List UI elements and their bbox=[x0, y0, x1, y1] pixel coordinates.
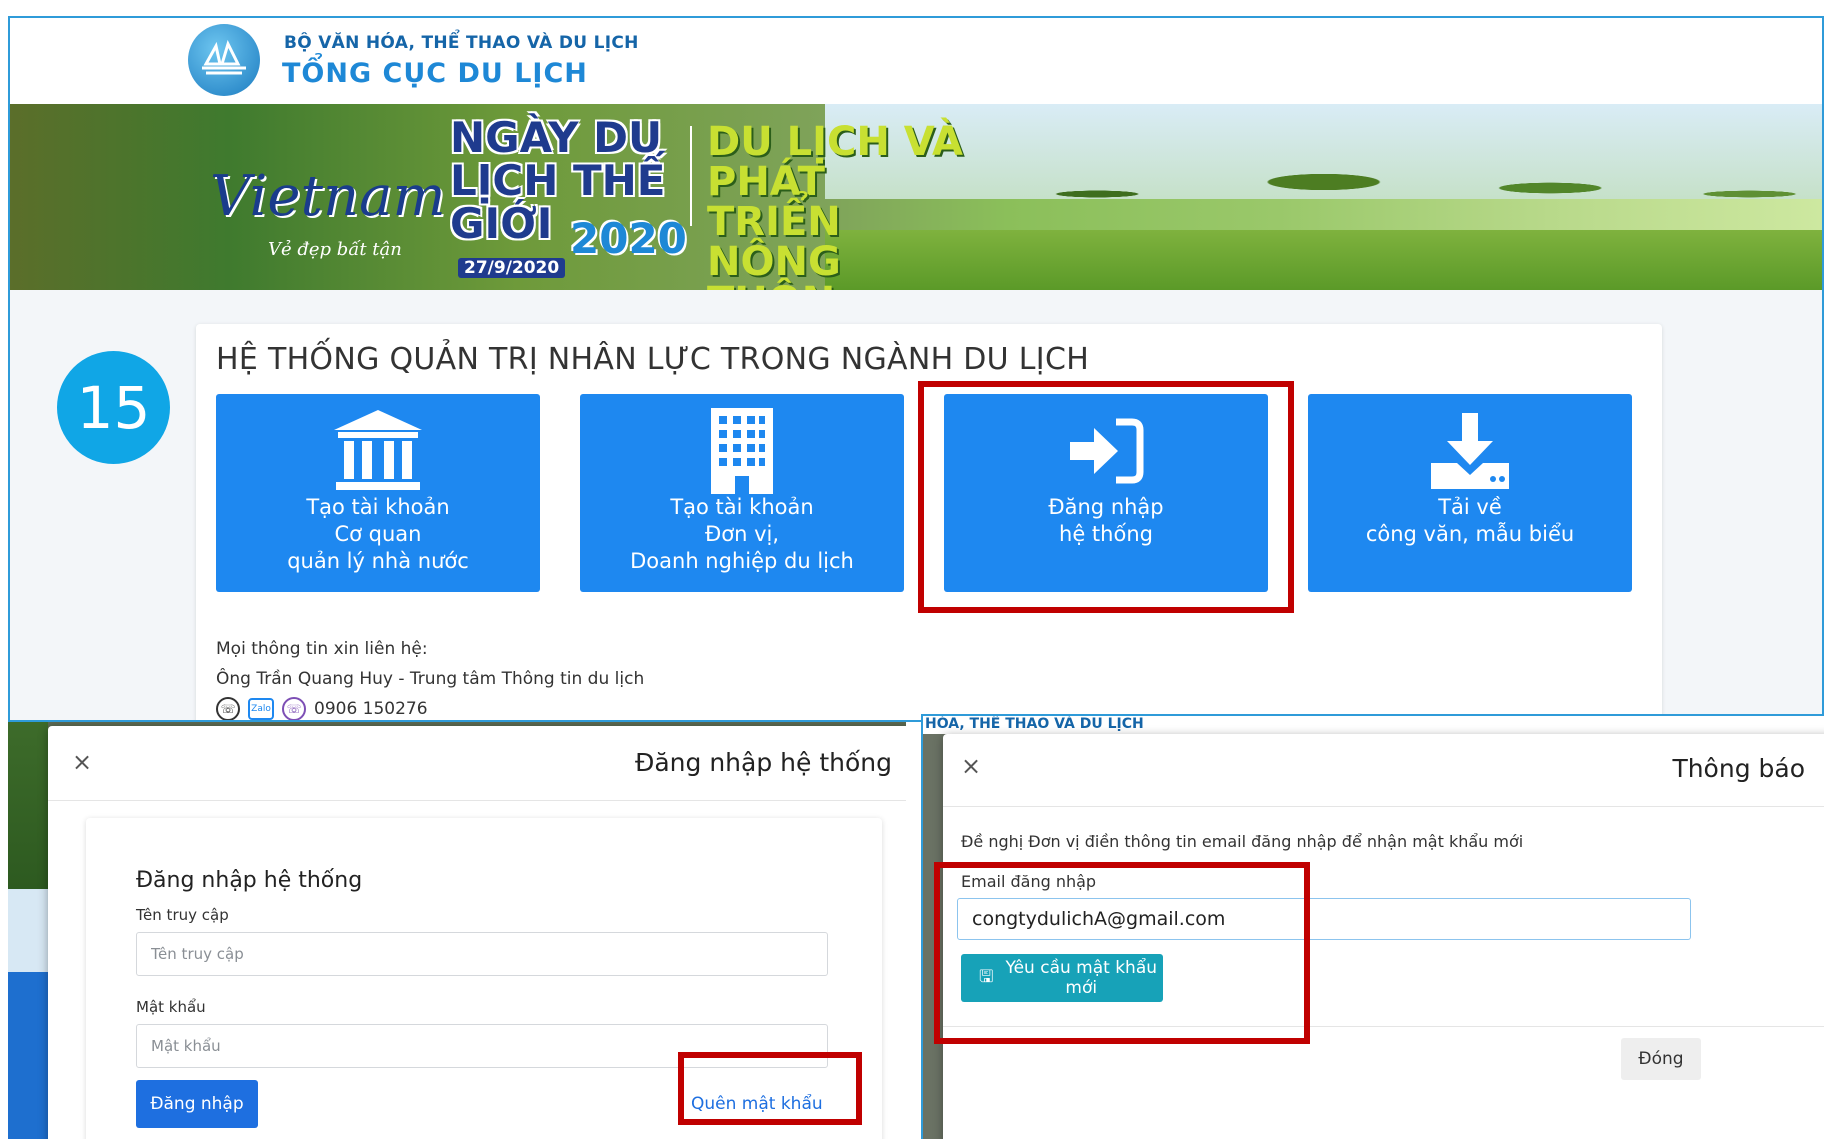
background-header-text: HÓA, THỂ THAO VÀ DU LỊCH bbox=[923, 716, 1824, 734]
contact-person: Ông Trần Quang Huy - Trung tâm Thông tin… bbox=[216, 669, 645, 689]
tile-label: Tải về công văn, mẫu biểu bbox=[1365, 495, 1575, 546]
close-button[interactable]: Đóng bbox=[1621, 1038, 1701, 1080]
modal-header-divider bbox=[48, 800, 906, 801]
contact-intro: Mọi thông tin xin liên hệ: bbox=[216, 639, 428, 659]
banner-grass bbox=[825, 230, 1822, 290]
password-label: Mật khẩu bbox=[136, 998, 206, 1016]
login-form-title: Đăng nhập hệ thống bbox=[136, 868, 363, 893]
username-label: Tên truy cập bbox=[136, 906, 229, 924]
banner-year: 2020 bbox=[570, 214, 687, 263]
login-button[interactable]: Đăng nhập bbox=[136, 1080, 258, 1128]
contact-channels: ☏ Zalo ☏ 0906 150276 bbox=[216, 694, 644, 720]
system-title: HỆ THỐNG QUẢN TRỊ NHÂN LỰC TRONG NGÀNH D… bbox=[216, 342, 1090, 377]
highlight-email-request bbox=[934, 862, 1310, 1044]
event-banner: Vietnam Vẻ đẹp bất tận NGÀY DU LỊCH THẾ … bbox=[10, 104, 1822, 290]
step-number-badge: 15 bbox=[57, 351, 170, 464]
notification-modal-title: Thông báo bbox=[1672, 754, 1805, 783]
banner-tagline: Vẻ đẹp bất tận bbox=[268, 239, 402, 260]
login-modal-title: Đăng nhập hệ thống bbox=[634, 748, 892, 777]
tile-create-business-account[interactable]: Tạo tài khoản Đơn vị, Doanh nghiệp du lị… bbox=[580, 394, 904, 592]
notification-message: Đề nghị Đơn vị điền thông tin email đăng… bbox=[961, 832, 1524, 851]
boat-logo-icon bbox=[202, 40, 246, 75]
banner-divider bbox=[690, 126, 692, 226]
phone-icon[interactable]: ☏ bbox=[216, 697, 240, 720]
ministry-logo[interactable] bbox=[188, 24, 260, 96]
close-icon[interactable]: × bbox=[961, 752, 981, 780]
zalo-icon[interactable]: Zalo bbox=[248, 698, 274, 720]
username-input[interactable] bbox=[136, 932, 828, 976]
close-icon[interactable]: × bbox=[72, 748, 92, 776]
ministry-name: BỘ VĂN HÓA, THỂ THAO VÀ DU LỊCH bbox=[284, 33, 639, 53]
banner-theme: DU LỊCH VÀ PHÁT TRIỂN NÔNG THÔN bbox=[707, 119, 963, 290]
download-icon bbox=[1308, 406, 1632, 496]
viber-icon[interactable]: ☏ bbox=[282, 697, 306, 720]
tile-create-agency-account[interactable]: Tạo tài khoản Cơ quan quản lý nhà nước bbox=[216, 394, 540, 592]
contact-phone: 0906 150276 bbox=[314, 699, 428, 719]
screenshot-frame: BỘ VĂN HÓA, THỂ THAO VÀ DU LỊCH TỔNG CỤC… bbox=[0, 0, 1824, 1139]
highlight-forgot-password bbox=[678, 1052, 862, 1125]
background-page-strip bbox=[8, 722, 48, 1139]
bank-building-icon bbox=[216, 406, 540, 496]
tile-label: Tạo tài khoản Đơn vị, Doanh nghiệp du lị… bbox=[630, 495, 854, 573]
portal-home-panel: BỘ VĂN HÓA, THỂ THAO VÀ DU LỊCH TỔNG CỤC… bbox=[8, 16, 1824, 722]
banner-brand: Vietnam bbox=[210, 164, 446, 229]
banner-date: 27/9/2020 bbox=[458, 258, 566, 278]
tile-download-documents[interactable]: Tải về công văn, mẫu biểu bbox=[1308, 394, 1632, 592]
department-name: TỔNG CỤC DU LỊCH bbox=[282, 58, 588, 89]
site-header: BỘ VĂN HÓA, THỂ THAO VÀ DU LỊCH TỔNG CỤC… bbox=[10, 18, 1822, 104]
modal-header-divider bbox=[943, 806, 1824, 807]
contact-info: Mọi thông tin xin liên hệ: Ông Trần Quan… bbox=[216, 634, 645, 720]
tile-label: Tạo tài khoản Cơ quan quản lý nhà nước bbox=[287, 495, 469, 573]
highlight-login-tile bbox=[918, 381, 1294, 613]
office-building-icon bbox=[580, 406, 904, 496]
